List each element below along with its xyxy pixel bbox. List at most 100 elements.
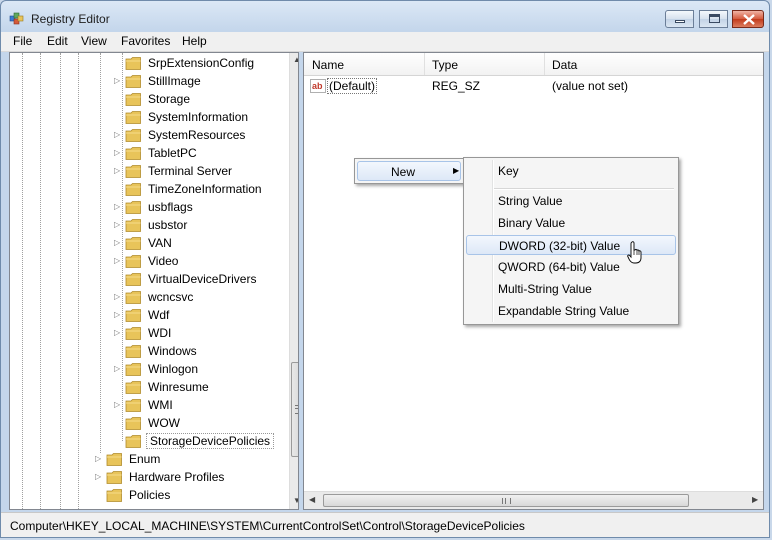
folder-icon [125,182,142,197]
expand-arrow-icon[interactable]: ▷ [114,148,122,158]
menu-file[interactable]: File [13,34,32,48]
scroll-down-arrow-icon[interactable]: ▼ [293,496,298,505]
tree-vertical-scrollbar[interactable]: ▲ ▼ [289,53,298,509]
grip-icon [295,405,298,414]
folder-icon [125,308,142,323]
submenu-item-dword-value[interactable]: DWORD (32-bit) Value [466,235,676,255]
tree-item-label: Windows [148,344,197,358]
tree-guide-line [122,53,123,441]
expand-arrow-icon[interactable]: ▷ [114,238,122,248]
tree-item-label: SystemInformation [148,110,249,124]
column-header-type[interactable]: Type [432,58,458,72]
column-header-data[interactable]: Data [552,58,577,72]
tree-item-label: Hardware Profiles [129,470,225,484]
expand-arrow-icon[interactable]: ▷ [114,364,122,374]
menu-help[interactable]: Help [182,34,207,48]
tree-item-label: Video [148,254,179,268]
expand-arrow-icon[interactable]: ▷ [114,328,122,338]
folder-icon [125,236,142,251]
minimize-button[interactable] [665,10,694,28]
submenu-item-label: Expandable String Value [498,304,630,318]
folder-icon [125,290,142,305]
folder-icon [125,416,142,431]
scroll-right-arrow-icon[interactable]: ▶ [752,495,758,504]
status-path: Computer\HKEY_LOCAL_MACHINE\SYSTEM\Curre… [10,519,525,533]
menu-separator [494,188,674,190]
submenu-item-expandable-string-value[interactable]: Expandable String Value [466,301,676,321]
context-menu-new-label: New [391,165,416,179]
expand-arrow-icon[interactable]: ▷ [114,310,122,320]
expand-arrow-icon[interactable]: ▷ [114,400,122,410]
folder-icon [106,488,123,503]
hand-pointer-cursor-icon [627,241,642,264]
folder-icon [125,110,142,125]
folder-icon [125,398,142,413]
submenu-item-multi-string-value[interactable]: Multi-String Value [466,279,676,299]
folder-icon [125,326,142,341]
tree-item-label: usbflags [148,200,193,214]
folder-icon [125,272,142,287]
maximize-button[interactable] [699,10,728,28]
scroll-thumb[interactable] [291,362,298,457]
tree-guide-line [22,53,23,509]
submenu-item-binary-value[interactable]: Binary Value [466,213,676,233]
expand-arrow-icon[interactable]: ▷ [114,256,122,266]
list-header: Name Type Data [304,53,763,76]
folder-icon [125,362,142,377]
title-bar[interactable]: Registry Editor [1,1,769,31]
close-button[interactable] [732,10,764,28]
svg-text:ab: ab [312,81,323,91]
menu-edit[interactable]: Edit [47,34,68,48]
submenu-item-label: DWORD (32-bit) Value [499,239,621,253]
scroll-thumb[interactable] [323,494,689,507]
folder-icon [125,74,142,89]
minimize-icon [675,20,685,23]
expand-arrow-icon[interactable]: ▷ [95,472,103,482]
tree-item-label: wcncsvc [148,290,194,304]
context-menu-new[interactable]: New ▶ [357,161,461,181]
scroll-left-arrow-icon[interactable]: ◀ [309,495,315,504]
column-divider[interactable] [424,53,425,75]
menu-bar: File Edit View Favorites Help [1,32,769,52]
submenu-item-label: QWORD (64-bit) Value [498,260,620,274]
folder-icon [125,434,142,449]
menu-favorites[interactable]: Favorites [121,34,170,48]
column-divider[interactable] [544,53,545,75]
close-icon [743,14,755,25]
menu-view[interactable]: View [81,34,107,48]
column-header-name[interactable]: Name [312,58,344,72]
tree-item-label: Winresume [148,380,209,394]
folder-icon [125,200,142,215]
expand-arrow-icon[interactable]: ▷ [114,130,122,140]
tree-item-label: Storage [148,92,191,106]
tree-guide-line [100,53,101,453]
submenu-item-label: Key [498,164,519,178]
tree-item-label: SystemResources [148,128,246,142]
folder-icon [125,56,142,71]
scroll-up-arrow-icon[interactable]: ▲ [293,55,298,64]
expand-arrow-icon[interactable]: ▷ [114,220,122,230]
folder-icon [125,92,142,107]
expand-arrow-icon[interactable]: ▷ [95,454,103,464]
tree-item-label: Wdf [148,308,170,322]
submenu-item-label: Multi-String Value [498,282,592,296]
submenu-item-string-value[interactable]: String Value [466,191,676,211]
registry-editor-icon [9,12,24,25]
list-horizontal-scrollbar[interactable]: ◀ ▶ [304,491,763,509]
registry-tree-pane[interactable]: SrpExtensionConfig ▷ StillImage Storage Syst… [9,52,299,510]
value-name: (Default) [327,78,378,94]
expand-arrow-icon[interactable]: ▷ [114,76,122,86]
expand-arrow-icon[interactable]: ▷ [114,166,122,176]
submenu-item-qword-value[interactable]: QWORD (64-bit) Value [466,257,676,277]
submenu-item-key[interactable]: Key [466,161,676,181]
tree-guide-line [78,53,79,509]
expand-arrow-icon[interactable]: ▷ [114,202,122,212]
expand-arrow-icon[interactable]: ▷ [114,292,122,302]
status-bar: Computer\HKEY_LOCAL_MACHINE\SYSTEM\Curre… [1,512,769,537]
submenu-item-label: String Value [498,194,563,208]
tree-item-label: Winlogon [148,362,199,376]
folder-icon [106,452,123,467]
tree-item-label: WDI [148,326,172,340]
list-item[interactable]: ab (Default) REG_SZ (value not set) [304,77,763,95]
folder-icon [125,128,142,143]
